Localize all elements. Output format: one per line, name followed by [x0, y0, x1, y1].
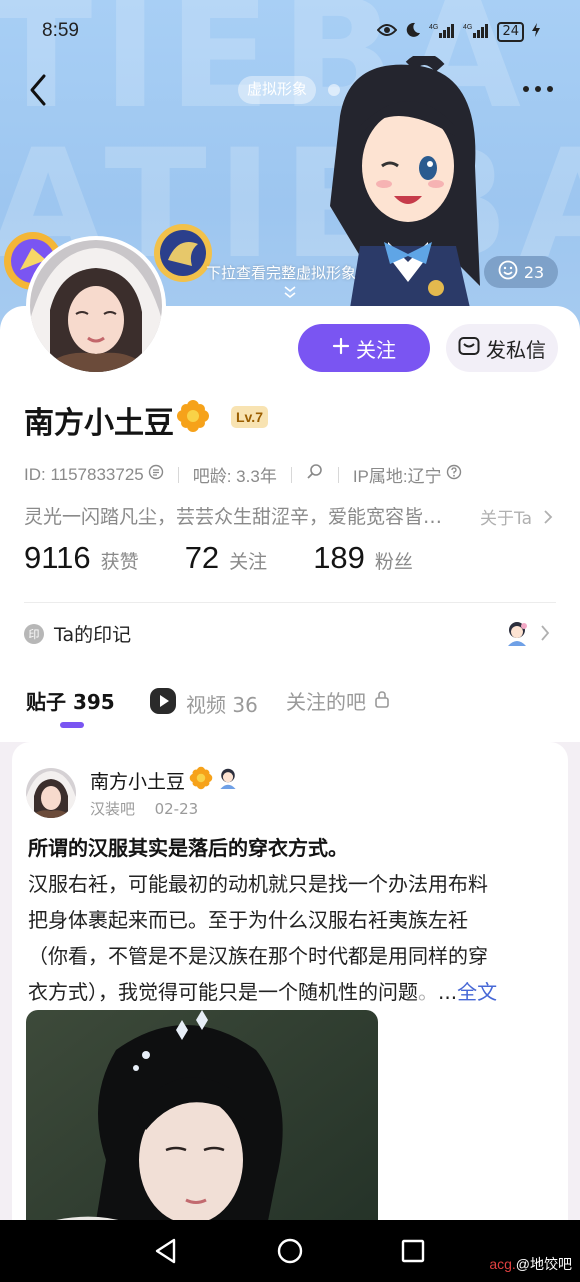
imprint-preview[interactable]: [504, 620, 550, 650]
post-body-line: 汉服右衽，可能最初的动机就只是找一个办法用布料: [28, 872, 488, 896]
more-button[interactable]: [520, 82, 556, 96]
section-divider: [24, 602, 556, 603]
help-icon[interactable]: [446, 464, 462, 485]
svg-text:4G: 4G: [463, 24, 472, 31]
tab-forums-label: 关注的吧: [286, 690, 366, 714]
smile-icon: [498, 260, 518, 284]
post-date: 02-23: [154, 800, 199, 818]
post-author-name: 南方小土豆: [90, 771, 186, 793]
plus-icon: [332, 336, 350, 360]
stat-following-value[interactable]: 72: [185, 540, 219, 576]
imprint-row[interactable]: 印 Ta的印记: [24, 620, 131, 647]
post-card[interactable]: 南方小土豆 汉装吧 02-23 所谓的汉服其实是落后的穿衣方式。 汉服右衽，可能…: [12, 742, 568, 1282]
flower-icon: [176, 399, 210, 441]
tieba-age: 吧龄: 3.3年: [192, 467, 277, 486]
meta-divider: [177, 466, 179, 483]
flower-icon: [189, 766, 213, 795]
post-body-line: 把身体裹起来而已。至于为什么汉服右衽夷族左衽: [28, 908, 468, 932]
battery-icon: 24: [497, 22, 524, 42]
stat-likes-label[interactable]: 获赞: [101, 547, 139, 574]
post-author-avatar[interactable]: [26, 768, 76, 818]
status-bar: 8:59 4G 4G 24: [0, 20, 580, 50]
signal-icon-2: 4G: [463, 22, 489, 42]
avatar-like-button[interactable]: 23: [484, 256, 558, 288]
meta-divider: [290, 466, 292, 483]
imprint-badge-icon: 印: [24, 623, 44, 644]
post-body-last: 衣方式），我觉得可能只是一个随机性的问题: [28, 980, 418, 1004]
profile-stats: 9116 获赞 72 关注 189 粉丝: [24, 540, 459, 576]
about-label: 关于Ta: [480, 509, 532, 529]
back-button[interactable]: [24, 72, 54, 108]
mini-avatar-icon: [217, 767, 239, 794]
virtual-avatar-pill[interactable]: 虚拟形象: [238, 76, 317, 104]
video-play-icon: [148, 686, 178, 721]
watermark: acg.@地饺吧: [489, 1254, 572, 1274]
imprint-label: Ta的印记: [54, 624, 132, 646]
active-tab-indicator: [60, 722, 84, 728]
pull-down-hint: 下拉查看完整虚拟形象: [206, 264, 357, 282]
level-badge[interactable]: Lv.7: [231, 406, 268, 428]
read-full-link[interactable]: 全文: [457, 980, 497, 1004]
post-body-line: 衣方式），我觉得可能只是一个随机性的问题。...全文: [28, 974, 556, 1010]
post-author[interactable]: 南方小土豆: [90, 766, 239, 795]
post-body-fade: 。: [418, 980, 438, 1004]
username-text: 南方小土豆: [24, 406, 174, 441]
meta-divider: [337, 466, 339, 483]
message-button[interactable]: 发私信: [446, 324, 558, 372]
post-body[interactable]: 汉服右衽，可能最初的动机就只是找一个办法用布料 把身体裹起来而已。至于为什么汉服…: [28, 866, 556, 1010]
stat-fans-label[interactable]: 粉丝: [375, 547, 413, 574]
lock-icon: [374, 689, 390, 713]
follow-button[interactable]: 关注: [298, 324, 430, 372]
post-ellipsis: ...: [438, 980, 458, 1004]
stat-fans-value[interactable]: 189: [313, 540, 365, 576]
tab-videos[interactable]: 视频 36: [148, 686, 258, 721]
like-count: 23: [523, 262, 545, 282]
status-icons: 4G 4G 24: [377, 22, 540, 42]
about-link[interactable]: 关于Ta: [480, 504, 553, 529]
username: 南方小土豆: [24, 398, 210, 442]
watermark-prefix: acg.: [489, 1256, 516, 1272]
tab-posts[interactable]: 贴子 395: [26, 686, 115, 715]
chevron-right-icon: [540, 625, 550, 645]
status-time: 8:59: [42, 20, 79, 41]
stat-following-label[interactable]: 关注: [229, 547, 267, 574]
svg-text:4G: 4G: [429, 24, 438, 31]
nav-recents-icon[interactable]: [401, 1239, 425, 1267]
stat-likes-value[interactable]: 9116: [24, 540, 91, 576]
post-meta: 汉装吧 02-23: [90, 798, 198, 819]
nav-home-icon[interactable]: [277, 1238, 303, 1268]
post-forum[interactable]: 汉装吧: [90, 800, 135, 818]
post-title[interactable]: 所谓的汉服其实是落后的穿衣方式。: [28, 832, 348, 861]
profile-meta: ID: 1157833725 吧龄: 3.3年 IP属地:辽宁: [24, 462, 564, 487]
message-label: 发私信: [486, 337, 546, 362]
search-icon[interactable]: [306, 463, 324, 486]
copy-icon[interactable]: [148, 464, 164, 485]
post-body-line: （你看，不管是不是汉族在那个时代都是用同样的穿: [28, 944, 488, 968]
signal-icon: 4G: [429, 22, 455, 42]
tab-followed-forums[interactable]: 关注的吧: [286, 686, 390, 715]
nav-back-icon[interactable]: [154, 1238, 178, 1268]
system-nav-bar: acg.@地饺吧: [0, 1220, 580, 1282]
badge-icon-2[interactable]: [152, 222, 214, 284]
charging-icon: [532, 23, 540, 41]
chevron-right-icon: [537, 509, 553, 529]
tab-posts-label: 贴子 395: [26, 690, 115, 714]
user-bio: 灵光一闪踏凡尘，芸芸众生甜涩辛，爱能宽容皆…: [24, 506, 443, 528]
mini-avatar-icon: [504, 620, 530, 650]
chevron-down-icon: [282, 284, 298, 299]
user-id: ID: 1157833725: [24, 464, 144, 484]
watermark-domain: @地饺吧: [515, 1256, 572, 1272]
tab-videos-label: 视频 36: [186, 693, 258, 717]
ip-location: IP属地:辽宁: [352, 467, 442, 486]
eye-icon: [377, 23, 398, 41]
mail-icon: [458, 336, 480, 361]
moon-icon: [405, 22, 421, 42]
follow-label: 关注: [356, 337, 396, 362]
user-avatar[interactable]: [26, 236, 166, 376]
profile-tabs: 贴子 395 视频 36 关注的吧: [0, 676, 580, 730]
